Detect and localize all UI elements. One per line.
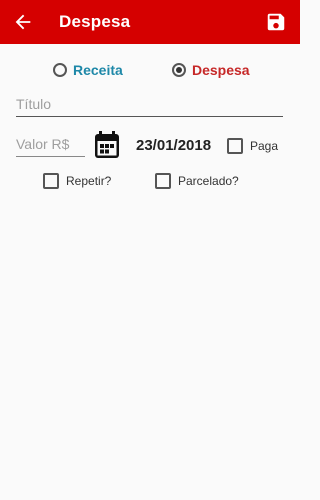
- parcelado-checkbox-box[interactable]: [155, 173, 171, 189]
- app-bar: Despesa: [0, 0, 300, 44]
- titulo-field: [16, 92, 283, 117]
- repetir-checkbox[interactable]: Repetir?: [43, 173, 111, 189]
- radio-receita[interactable]: Receita: [53, 62, 123, 78]
- floppy-disk-icon[interactable]: [265, 11, 287, 33]
- valor-field: [16, 134, 85, 157]
- paga-checkbox-label: Paga: [250, 139, 279, 153]
- type-radio-group: Receita Despesa: [0, 62, 300, 82]
- radio-receita-label: Receita: [73, 62, 123, 78]
- parcelado-checkbox[interactable]: Parcelado?: [155, 173, 239, 189]
- radio-despesa[interactable]: Despesa: [172, 62, 250, 78]
- radio-despesa-label: Despesa: [192, 62, 250, 78]
- paga-checkbox-box[interactable]: [227, 138, 243, 154]
- arrow-left-icon[interactable]: [12, 11, 34, 33]
- parcelado-checkbox-label: Parcelado?: [178, 174, 239, 188]
- repetir-checkbox-label: Repetir?: [66, 174, 112, 188]
- page-title: Despesa: [59, 12, 131, 31]
- valor-input[interactable]: [16, 134, 85, 154]
- paga-checkbox[interactable]: Paga: [227, 138, 278, 154]
- radio-despesa-circle[interactable]: [172, 63, 186, 77]
- repetir-checkbox-box[interactable]: [43, 173, 59, 189]
- titulo-input[interactable]: [16, 94, 283, 114]
- calendar-icon[interactable]: [94, 131, 120, 159]
- radio-receita-circle[interactable]: [53, 63, 67, 77]
- date-display[interactable]: 23/01/2018: [136, 137, 211, 154]
